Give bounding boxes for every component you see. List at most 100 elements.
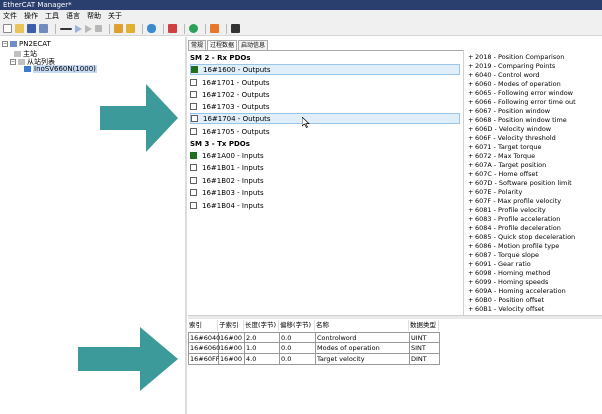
expand-icon[interactable]: + [468,152,475,160]
object-item[interactable]: +6083 - Profile acceleration [468,215,560,223]
object-item[interactable]: +6066 - Following error time out [468,98,576,106]
object-item[interactable]: +6091 - Gear ratio [468,260,531,268]
col-offset-header[interactable]: 偏移(字节) [279,320,315,331]
object-item[interactable]: +6098 - Homing method [468,269,550,277]
object-item[interactable]: +6086 - Motion profile type [468,242,559,250]
expand-icon[interactable]: + [468,197,475,205]
expand-icon[interactable]: + [468,224,475,232]
object-item[interactable]: +6040 - Control word [468,71,540,79]
step-icon[interactable] [85,24,92,33]
pdo-item[interactable]: 16#1B03 - Inputs [190,187,460,198]
scan-icon[interactable] [168,24,177,33]
expand-icon[interactable]: + [468,188,475,196]
object-item[interactable]: +607A - Target position [468,161,546,169]
expand-icon[interactable]: + [468,143,475,151]
tree-node-slave[interactable]: InoSV660N(1000) [24,65,97,73]
object-item[interactable]: +6072 - Max Torque [468,152,535,160]
menu-tools[interactable]: 工具 [45,11,59,21]
expand-icon[interactable]: + [468,251,475,259]
expand-icon[interactable]: + [468,134,475,142]
expand-icon[interactable]: + [468,53,475,61]
connect-icon[interactable] [60,27,72,30]
object-item[interactable]: +6071 - Target torque [468,143,542,151]
tab-general[interactable]: 常规 [188,40,207,50]
object-item[interactable]: +6099 - Homing speeds [468,278,548,286]
pdo-item[interactable]: 16#1B01 - Inputs [190,162,460,173]
object-item[interactable]: +606D - Velocity window [468,125,551,133]
tab-process-data[interactable]: 过程数据 [207,40,238,50]
object-item[interactable]: +6065 - Following error window [468,89,573,97]
pdo-item[interactable]: 16#1B04 - Inputs [190,200,460,211]
pdo-item[interactable]: 16#1A00 - Inputs [190,150,460,161]
tab-startup[interactable]: 启动信息 [238,40,269,50]
stop-icon[interactable] [95,25,102,32]
col-name-header[interactable]: 名称 [315,320,409,331]
expand-icon[interactable]: + [468,269,475,277]
expand-icon[interactable]: + [468,71,475,79]
object-item[interactable]: +6081 - Profile velocity [468,206,546,214]
expand-icon[interactable]: + [468,62,475,70]
object-item[interactable]: +607D - Software position limit [468,179,572,187]
table-row[interactable]: 16#60FF 16#00 4.0 0.0 Target velocity DI… [188,354,440,365]
table-row[interactable]: 16#6040 16#00 2.0 0.0 Controlword UINT [188,332,440,343]
document-icon[interactable] [210,24,219,33]
export-icon[interactable] [126,24,135,33]
table-row[interactable]: 16#6060 16#00 1.0 0.0 Modes of operation… [188,343,440,354]
pdo-checkbox[interactable] [191,66,198,73]
save-as-icon[interactable] [39,24,48,33]
object-item[interactable]: +2019 - Comparing Points [468,62,555,70]
pdo-item[interactable]: 16#1704 - Outputs [190,113,460,128]
expand-icon[interactable]: + [468,206,475,214]
pdo-checkbox[interactable] [191,115,198,122]
pdo-checkbox[interactable] [190,103,197,110]
menu-help[interactable]: 帮助 [87,11,101,21]
object-item[interactable]: +2018 - Position Comparison [468,53,564,61]
object-item[interactable]: +6060 - Modes of operation [468,80,561,88]
object-item[interactable]: +60B0 - Position offset [468,296,544,304]
object-item[interactable]: +607C - Home offset [468,170,538,178]
object-item[interactable]: +607F - Max profile velocity [468,197,561,205]
object-item[interactable]: +6085 - Quick stop deceleration [468,233,575,241]
expand-icon[interactable]: + [468,233,475,241]
object-item[interactable]: +609A - Homing acceleration [468,287,566,295]
collapse-icon[interactable]: − [10,59,16,65]
menu-file[interactable]: 文件 [3,11,17,21]
expand-icon[interactable]: + [468,278,475,286]
pdo-item[interactable]: 16#1600 - Outputs [190,64,460,75]
object-item[interactable]: +60B1 - Velocity offset [468,305,544,313]
expand-icon[interactable]: + [468,287,475,295]
pdo-item[interactable]: 16#1B02 - Inputs [190,175,460,186]
expand-icon[interactable]: + [468,107,475,115]
expand-icon[interactable]: + [468,89,475,97]
open-folder-icon[interactable] [15,24,24,33]
expand-icon[interactable]: + [468,98,475,106]
object-item[interactable]: +6067 - Position window [468,107,550,115]
expand-icon[interactable]: + [468,116,475,124]
pdo-checkbox[interactable] [190,152,197,159]
pdo-checkbox[interactable] [190,91,197,98]
expand-icon[interactable]: + [468,125,475,133]
pdo-checkbox[interactable] [190,164,197,171]
pdo-item[interactable]: 16#1703 - Outputs [190,101,460,112]
horizontal-splitter[interactable] [188,315,602,319]
object-item[interactable]: +606F - Velocity threshold [468,134,556,142]
object-item[interactable]: +6068 - Position window time [468,116,567,124]
save-icon[interactable] [27,24,36,33]
menu-about[interactable]: 关于 [108,11,122,21]
object-item[interactable]: +6087 - Torque slope [468,251,539,259]
col-datatype-header[interactable]: 数据类型 [409,320,439,331]
new-file-icon[interactable] [3,24,12,33]
expand-icon[interactable]: + [468,161,475,169]
pdo-item[interactable]: 16#1702 - Outputs [190,89,460,100]
expand-icon[interactable]: + [468,305,475,313]
pdo-checkbox[interactable] [190,128,197,135]
expand-icon[interactable]: + [468,260,475,268]
expand-icon[interactable]: + [468,242,475,250]
expand-icon[interactable]: + [468,170,475,178]
run-icon[interactable] [75,24,82,33]
info-icon[interactable] [231,24,240,33]
expand-icon[interactable]: + [468,296,475,304]
expand-icon[interactable]: + [468,215,475,223]
network-icon[interactable] [147,24,156,33]
col-length-header[interactable]: 长度(字节) [244,320,279,331]
